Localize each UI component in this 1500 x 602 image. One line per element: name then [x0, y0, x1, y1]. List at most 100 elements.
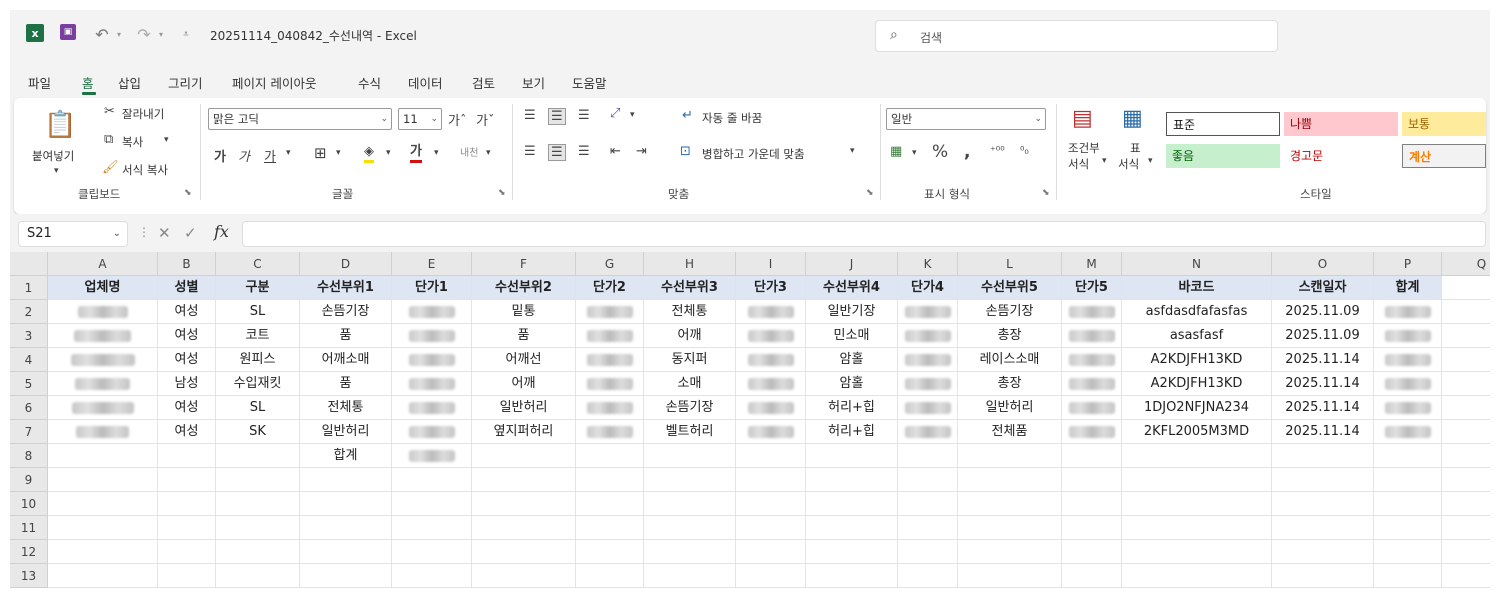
cell-M13[interactable] — [1062, 564, 1122, 588]
cell-L10[interactable] — [958, 492, 1062, 516]
cell-I1[interactable]: 단가3 — [736, 276, 806, 300]
accounting-format-icon[interactable]: ▦ — [890, 144, 902, 159]
cell-D3[interactable]: 품 — [300, 324, 392, 348]
column-header-B[interactable]: B — [158, 252, 216, 276]
row-header-13[interactable]: 13 — [10, 564, 48, 588]
redo-icon[interactable]: ↷ — [134, 24, 154, 44]
cell-H3[interactable]: 어깨 — [644, 324, 736, 348]
accounting-dropdown-icon[interactable]: ▾ — [912, 148, 917, 158]
cell-B1[interactable]: 성별 — [158, 276, 216, 300]
cell-L5[interactable]: 총장 — [958, 372, 1062, 396]
cell-G3[interactable] — [576, 324, 644, 348]
phonetic-icon[interactable]: 내천 — [460, 144, 478, 159]
row-header-6[interactable]: 6 — [10, 396, 48, 420]
cell-G7[interactable] — [576, 420, 644, 444]
cell-E13[interactable] — [392, 564, 472, 588]
cell-G6[interactable] — [576, 396, 644, 420]
column-header-M[interactable]: M — [1062, 252, 1122, 276]
cell-Q9[interactable] — [1442, 468, 1490, 492]
cell-L9[interactable] — [958, 468, 1062, 492]
cell-K5[interactable] — [898, 372, 958, 396]
cell-B13[interactable] — [158, 564, 216, 588]
cell-Q8[interactable] — [1442, 444, 1490, 468]
cell-B12[interactable] — [158, 540, 216, 564]
row-header-8[interactable]: 8 — [10, 444, 48, 468]
cell-O10[interactable] — [1272, 492, 1374, 516]
align-center-icon[interactable]: ☰ — [548, 144, 566, 161]
cell-D9[interactable] — [300, 468, 392, 492]
cancel-icon[interactable]: ✕ — [158, 224, 171, 242]
comma-style-icon[interactable]: , — [964, 142, 970, 162]
row-header-11[interactable]: 11 — [10, 516, 48, 540]
cell-E5[interactable] — [392, 372, 472, 396]
cell-M5[interactable] — [1062, 372, 1122, 396]
conditional-formatting-label-2[interactable]: 서식 — [1068, 156, 1089, 172]
column-header-L[interactable]: L — [958, 252, 1062, 276]
percent-icon[interactable]: % — [932, 142, 948, 162]
cell-Q6[interactable] — [1442, 396, 1490, 420]
cell-F11[interactable] — [472, 516, 576, 540]
conditional-formatting-icon[interactable]: ▤ — [1072, 106, 1093, 131]
cell-J12[interactable] — [806, 540, 898, 564]
merge-center-icon[interactable]: ⊡ — [680, 144, 691, 159]
cell-P2[interactable] — [1374, 300, 1442, 324]
cell-A6[interactable] — [48, 396, 158, 420]
cell-Q7[interactable] — [1442, 420, 1490, 444]
cell-C5[interactable]: 수입재킷 — [216, 372, 300, 396]
cell-G2[interactable] — [576, 300, 644, 324]
font-size-select[interactable]: 11 ⌄ — [398, 108, 442, 130]
font-launcher-icon[interactable]: ⬊ — [498, 188, 506, 198]
cell-Q12[interactable] — [1442, 540, 1490, 564]
clipboard-launcher-icon[interactable]: ⬊ — [184, 188, 192, 198]
cell-O4[interactable]: 2025.11.14 — [1272, 348, 1374, 372]
row-header-10[interactable]: 10 — [10, 492, 48, 516]
cell-L6[interactable]: 일반허리 — [958, 396, 1062, 420]
cell-G13[interactable] — [576, 564, 644, 588]
number-launcher-icon[interactable]: ⬊ — [1042, 188, 1050, 198]
cell-C3[interactable]: 코트 — [216, 324, 300, 348]
cell-L4[interactable]: 레이스소매 — [958, 348, 1062, 372]
cell-F6[interactable]: 일반허리 — [472, 396, 576, 420]
cell-B7[interactable]: 여성 — [158, 420, 216, 444]
cell-B3[interactable]: 여성 — [158, 324, 216, 348]
conditional-formatting-label-1[interactable]: 조건부 — [1068, 140, 1100, 156]
decrease-decimal-icon[interactable]: ⁰₀ — [1020, 144, 1029, 157]
format-as-table-icon[interactable]: ▦ — [1122, 106, 1143, 131]
cell-I8[interactable] — [736, 444, 806, 468]
cell-Q2[interactable] — [1442, 300, 1490, 324]
merge-dropdown-icon[interactable]: ▾ — [850, 146, 855, 156]
copy-button[interactable]: 복사 — [122, 134, 143, 150]
cell-E1[interactable]: 단가1 — [392, 276, 472, 300]
cell-D13[interactable] — [300, 564, 392, 588]
cell-L8[interactable] — [958, 444, 1062, 468]
cell-K9[interactable] — [898, 468, 958, 492]
cell-I12[interactable] — [736, 540, 806, 564]
column-header-A[interactable]: A — [48, 252, 158, 276]
name-box[interactable]: S21 ⌄ — [18, 221, 128, 247]
cell-I11[interactable] — [736, 516, 806, 540]
cell-M8[interactable] — [1062, 444, 1122, 468]
orientation-icon[interactable]: ⤢ — [610, 106, 620, 121]
increase-decimal-icon[interactable]: ⁺⁰⁰ — [990, 144, 1005, 157]
row-header-7[interactable]: 7 — [10, 420, 48, 444]
cell-J9[interactable] — [806, 468, 898, 492]
cell-P7[interactable] — [1374, 420, 1442, 444]
tab-view[interactable]: 보기 — [522, 73, 545, 92]
cell-M12[interactable] — [1062, 540, 1122, 564]
italic-icon[interactable]: 가 — [238, 146, 250, 165]
table-dropdown-icon[interactable]: ▾ — [1148, 156, 1153, 166]
cell-J1[interactable]: 수선부위4 — [806, 276, 898, 300]
row-header-3[interactable]: 3 — [10, 324, 48, 348]
cell-P6[interactable] — [1374, 396, 1442, 420]
cell-H10[interactable] — [644, 492, 736, 516]
tab-file[interactable]: 파일 — [28, 73, 51, 92]
cell-C4[interactable]: 원피스 — [216, 348, 300, 372]
cell-P8[interactable] — [1374, 444, 1442, 468]
cell-L12[interactable] — [958, 540, 1062, 564]
cell-D6[interactable]: 전체통 — [300, 396, 392, 420]
cell-M1[interactable]: 단가5 — [1062, 276, 1122, 300]
format-as-table-label-1[interactable]: 표 — [1130, 140, 1141, 156]
cell-C9[interactable] — [216, 468, 300, 492]
column-header-D[interactable]: D — [300, 252, 392, 276]
cell-G1[interactable]: 단가2 — [576, 276, 644, 300]
